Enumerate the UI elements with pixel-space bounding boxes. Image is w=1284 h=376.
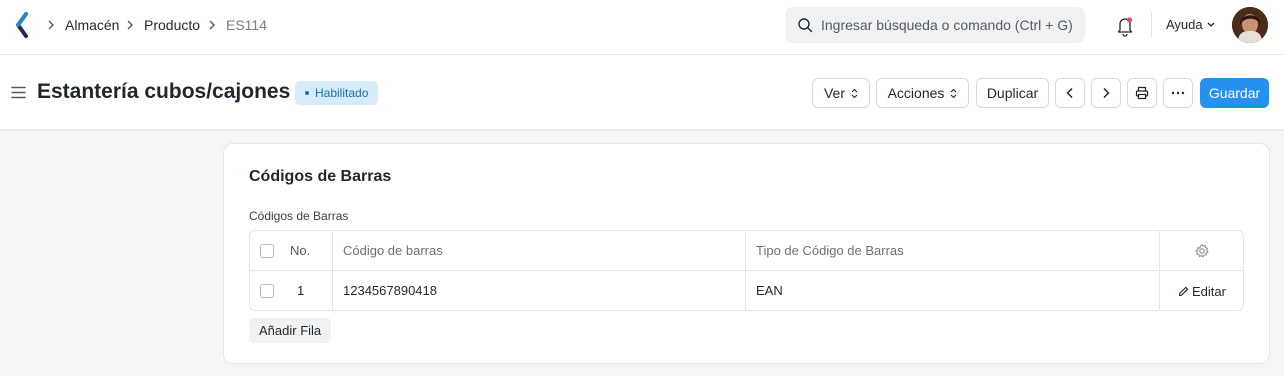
search-bar[interactable]: Ingresar búsqueda o comando (Ctrl + G) [785, 7, 1085, 43]
more-horizontal-icon [1171, 91, 1185, 95]
gear-icon[interactable] [1194, 243, 1210, 259]
table-row[interactable]: 1 1234567890418 EAN Editar [250, 271, 1243, 311]
sort-updown-icon [951, 88, 957, 99]
column-header-barcode: Código de barras [343, 243, 443, 258]
view-button-label: Ver [823, 85, 845, 101]
actions-button[interactable]: Acciones [876, 78, 969, 108]
help-menu[interactable]: Ayuda [1166, 17, 1203, 32]
duplicate-button-label: Duplicar [986, 85, 1039, 101]
app-logo-icon[interactable] [14, 12, 30, 38]
chevron-left-icon [1066, 87, 1073, 99]
search-icon [798, 18, 813, 33]
cell-edit: Editar [1160, 271, 1243, 311]
divider [1151, 12, 1152, 38]
print-button[interactable] [1127, 78, 1157, 108]
next-button[interactable] [1091, 78, 1121, 108]
sort-updown-icon [851, 88, 858, 99]
barcodes-section: Códigos de Barras Códigos de Barras No. … [223, 143, 1270, 364]
save-button-label: Guardar [1208, 85, 1261, 101]
pencil-icon [1178, 286, 1189, 297]
column-header-type: Tipo de Código de Barras [756, 243, 904, 258]
avatar[interactable] [1232, 7, 1268, 43]
status-badge: Habilitado [295, 81, 379, 105]
duplicate-button[interactable]: Duplicar [976, 78, 1049, 108]
bell-icon[interactable] [1115, 15, 1135, 37]
column-header-no: No. [290, 243, 311, 258]
add-row-button[interactable]: Añadir Fila [249, 318, 332, 343]
section-title: Códigos de Barras [249, 168, 392, 185]
navbar: Almacén Producto ES114 Ingresar búsqueda… [0, 0, 1284, 55]
row-checkbox[interactable] [260, 284, 274, 298]
chevron-right-icon [127, 20, 133, 30]
cell-barcode[interactable]: 1234567890418 [333, 271, 746, 311]
barcode-type-value[interactable]: EAN [756, 283, 783, 298]
actions-button-label: Acciones [887, 85, 945, 101]
printer-icon [1135, 86, 1149, 100]
previous-button[interactable] [1055, 78, 1085, 108]
status-badge-label: Habilitado [315, 86, 369, 100]
header-cell-no: No. [250, 231, 333, 271]
breadcrumb-current[interactable]: ES114 [226, 17, 267, 33]
edit-row-button[interactable]: Editar [1178, 284, 1226, 299]
page-title: Estantería cubos/cajones [37, 80, 291, 103]
breadcrumb-producto[interactable]: Producto [144, 17, 200, 33]
status-dot [305, 90, 309, 95]
chevron-right-icon [1103, 87, 1110, 99]
breadcrumb-almacen[interactable]: Almacén [65, 17, 119, 33]
barcodes-table: No. Código de barras Tipo de Código de B… [249, 230, 1244, 311]
chevron-down-icon[interactable] [1206, 21, 1216, 29]
chevron-right-icon [48, 20, 54, 30]
chevron-right-icon [209, 20, 215, 30]
barcode-value[interactable]: 1234567890418 [343, 283, 437, 298]
select-all-checkbox[interactable] [260, 244, 274, 258]
table-header-row: No. Código de barras Tipo de Código de B… [250, 231, 1243, 271]
header-cell-barcode: Código de barras [333, 231, 746, 271]
header-cell-type: Tipo de Código de Barras [746, 231, 1160, 271]
edit-label: Editar [1192, 284, 1226, 299]
save-button[interactable]: Guardar [1200, 78, 1269, 108]
row-number: 1 [297, 283, 305, 298]
header-cell-settings [1160, 231, 1243, 271]
cell-no: 1 [250, 271, 333, 311]
page-header: Estantería cubos/cajones Habilitado Ver … [0, 55, 1284, 130]
search-placeholder[interactable]: Ingresar búsqueda o comando (Ctrl + G) [821, 17, 1073, 33]
field-label: Códigos de Barras [249, 209, 349, 223]
sidebar-toggle-icon[interactable] [11, 86, 26, 99]
more-button[interactable] [1163, 78, 1193, 108]
view-button[interactable]: Ver [812, 78, 870, 108]
cell-type[interactable]: EAN [746, 271, 1160, 311]
